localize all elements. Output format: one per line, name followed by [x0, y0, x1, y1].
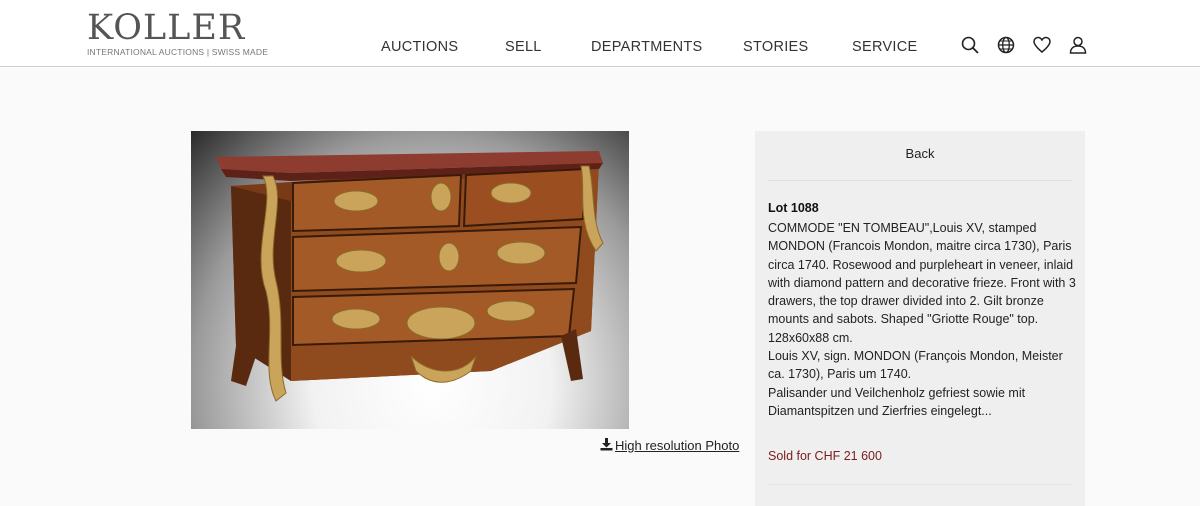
sold-price: Sold for CHF 21 600: [768, 449, 882, 463]
nav-departments[interactable]: DEPARTMENTS: [591, 39, 703, 55]
description-german-2: Palisander und Veilchenholz gefriest sow…: [768, 385, 1026, 418]
lot-info-panel: Back Lot 1088 COMMODE "EN TOMBEAU",Louis…: [755, 131, 1085, 506]
nav-auctions[interactable]: AUCTIONS: [381, 39, 458, 55]
logo-tagline: INTERNATIONAL AUCTIONS | SWISS MADE: [87, 47, 269, 57]
user-icon[interactable]: [1068, 35, 1088, 55]
logo-wordmark: KOLLER: [87, 8, 246, 48]
heart-icon[interactable]: [1032, 35, 1052, 55]
commode-image: [216, 151, 604, 402]
globe-icon[interactable]: [996, 35, 1016, 55]
high-resolution-photo-link[interactable]: High resolution Photo: [600, 438, 739, 453]
nav-sell[interactable]: SELL: [505, 39, 542, 55]
site-header: KOLLER INTERNATIONAL AUCTIONS | SWISS MA…: [0, 0, 1200, 67]
koller-logo[interactable]: KOLLER INTERNATIONAL AUCTIONS | SWISS MA…: [87, 9, 268, 57]
divider: [768, 484, 1072, 485]
high-resolution-photo-label: High resolution Photo: [615, 438, 740, 453]
search-icon[interactable]: [960, 35, 980, 55]
nav-stories[interactable]: STORIES: [743, 39, 809, 55]
lot-photo[interactable]: [191, 131, 629, 429]
lot-number: Lot 1088: [768, 201, 819, 215]
lot-description: COMMODE "EN TOMBEAU",Louis XV, stamped M…: [768, 219, 1078, 420]
divider: [768, 180, 1072, 181]
nav-service[interactable]: SERVICE: [852, 39, 918, 55]
download-icon: [600, 438, 613, 451]
back-link[interactable]: Back: [755, 146, 1085, 161]
description-german-1: Louis XV, sign. MONDON (François Mondon,…: [768, 349, 1063, 382]
description-english: COMMODE "EN TOMBEAU",Louis XV, stamped M…: [768, 221, 1076, 345]
